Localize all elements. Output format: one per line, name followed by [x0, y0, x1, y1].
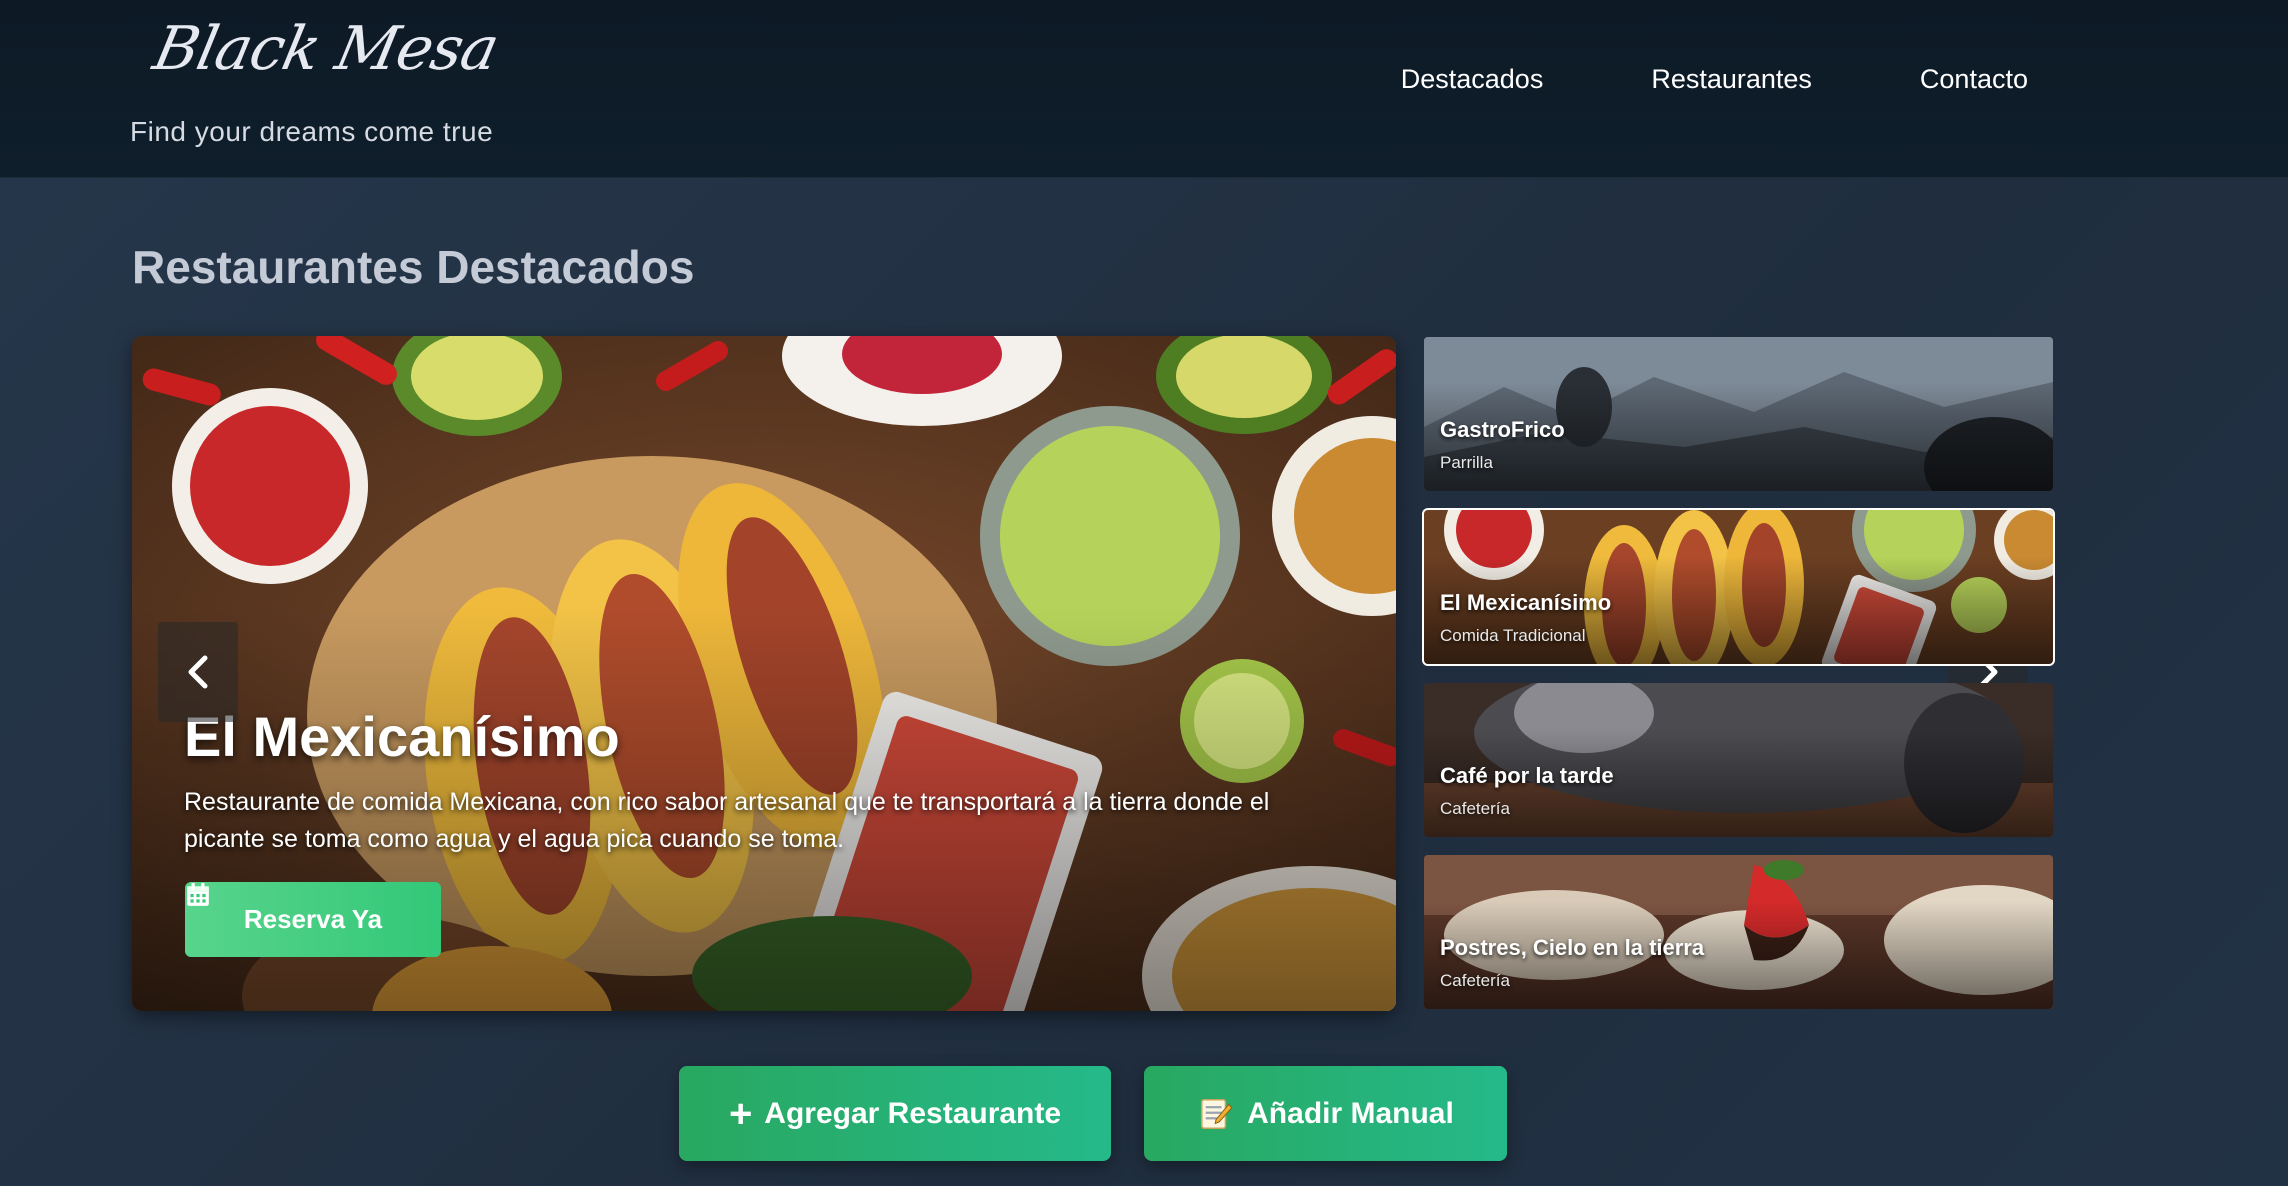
thumbnail-title: Postres, Cielo en la tierra: [1440, 935, 1705, 960]
carousel-prev-button[interactable]: [158, 622, 238, 722]
thumbnail-cafe-por-la-tarde[interactable]: Café por la tarde Cafetería: [1424, 683, 2053, 837]
section-title: Restaurantes Destacados: [132, 241, 695, 293]
main-nav: Destacados Restaurantes Contacto: [1401, 64, 2028, 95]
add-manual-label: Añadir Manual: [1247, 1096, 1454, 1130]
thumbnail-subtitle: Parrilla: [1440, 453, 1493, 472]
calendar-icon: [187, 883, 209, 906]
chevron-left-icon: [188, 655, 208, 689]
thumbnail-title: El Mexicanísimo: [1440, 590, 1612, 615]
reserve-button[interactable]: Reserva Ya: [185, 882, 441, 957]
featured-carousel: El Mexicanísimo Restaurante de comida Me…: [132, 336, 1396, 1011]
reserve-button-label: Reserva Ya: [243, 904, 383, 934]
site-tagline: Find your dreams come true: [130, 116, 494, 147]
thumbnail-el-mexicanisimo[interactable]: El Mexicanísimo Comida Tradicional: [1422, 508, 2055, 666]
featured-restaurant-description: Restaurante de comida Mexicana, con rico…: [184, 788, 1270, 853]
site-header: Black Mesa Find your dreams come true De…: [0, 0, 2288, 178]
nav-destacados[interactable]: Destacados: [1401, 64, 1544, 95]
thumbnail-subtitle: Cafetería: [1440, 971, 1510, 990]
add-manual-button[interactable]: Añadir Manual: [1144, 1066, 1507, 1161]
featured-restaurant-name: El Mexicanísimo: [184, 705, 620, 768]
thumbnail-subtitle: Comida Tradicional: [1440, 626, 1586, 645]
plus-icon: +: [728, 1091, 753, 1136]
thumbnail-subtitle: Cafetería: [1440, 799, 1510, 818]
add-restaurant-button[interactable]: + Agregar Restaurante: [679, 1066, 1111, 1161]
site-logo[interactable]: Black Mesa: [148, 14, 504, 84]
nav-restaurantes[interactable]: Restaurantes: [1651, 64, 1812, 95]
memo-icon: [1201, 1098, 1233, 1129]
thumbnail-title: Café por la tarde: [1440, 763, 1614, 788]
add-restaurant-label: Agregar Restaurante: [764, 1096, 1062, 1130]
thumbnail-postres[interactable]: Postres, Cielo en la tierra Cafetería: [1424, 855, 2053, 1009]
thumbnail-gastrofrico[interactable]: GastroFrico Parrilla: [1424, 337, 2053, 491]
thumbnail-title: GastroFrico: [1440, 417, 1565, 442]
nav-contacto[interactable]: Contacto: [1920, 64, 2028, 95]
